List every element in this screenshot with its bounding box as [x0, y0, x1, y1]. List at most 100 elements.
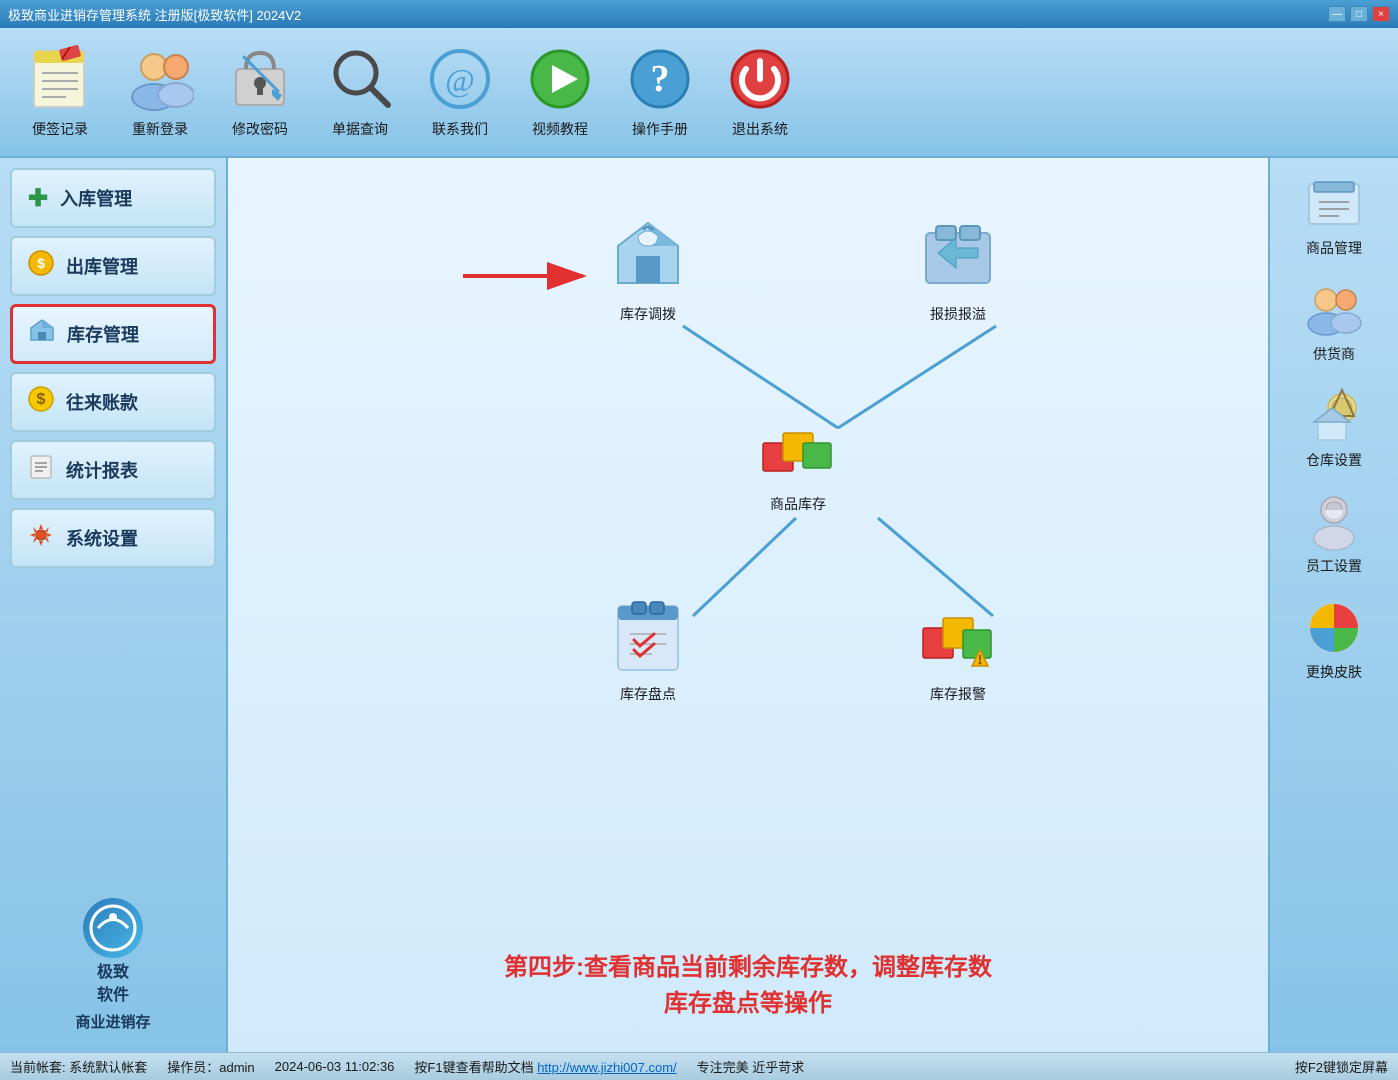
accounts-icon: $ — [28, 386, 54, 418]
sidebar-logo: 极致软件 商业进销存 — [10, 888, 216, 1042]
skin-icon — [1304, 598, 1364, 658]
sidebar-item-outbound[interactable]: $ 出库管理 — [10, 236, 216, 296]
inventory-icon — [29, 318, 55, 350]
reports-icon — [28, 454, 54, 486]
supplier-label: 供货商 — [1313, 344, 1355, 364]
toolbar-manual[interactable]: ? 操作手册 — [620, 45, 700, 139]
svg-text:$: $ — [37, 391, 46, 408]
toolbar-video[interactable]: 视频教程 — [520, 45, 600, 139]
node-transfer[interactable]: 库存调拨 — [608, 218, 688, 324]
diagram: 库存调拨 报损报溢 — [248, 178, 1248, 930]
manual-label: 操作手册 — [632, 119, 688, 139]
sidebar-item-inbound[interactable]: ✚ 入库管理 — [10, 168, 216, 228]
query-label: 单据查询 — [332, 119, 388, 139]
inbound-icon: ✚ — [28, 184, 48, 213]
minimize-button[interactable]: — — [1328, 6, 1346, 22]
right-item-staff[interactable]: 员工设置 — [1298, 486, 1370, 582]
sidebar-item-inventory[interactable]: 库存管理 — [10, 304, 216, 364]
instruction-text: 第四步:查看商品当前剩余库存数，调整库存数 库存盘点等操作 — [248, 930, 1248, 1032]
instruction-line2: 库存盘点等操作 — [248, 986, 1248, 1022]
sidebar-item-settings[interactable]: 系统设置 — [10, 508, 216, 568]
warehouse-icon — [1304, 386, 1364, 446]
close-button[interactable]: × — [1372, 6, 1390, 22]
check-label: 库存盘点 — [620, 684, 676, 704]
damage-icon — [918, 218, 998, 298]
transfer-icon — [608, 218, 688, 298]
logo-name: 极致软件 — [97, 962, 129, 1007]
supplier-icon — [1304, 280, 1364, 340]
node-alert[interactable]: 库存报警 — [918, 598, 998, 704]
right-panel: 商品管理 供货商 — [1268, 158, 1398, 1052]
right-item-product[interactable]: 商品管理 — [1298, 168, 1370, 264]
staff-icon — [1304, 492, 1364, 552]
status-f2-hint: 按F2键锁定屏幕 — [1295, 1057, 1388, 1076]
right-item-skin[interactable]: 更换皮肤 — [1298, 592, 1370, 688]
toolbar-query[interactable]: 单据查询 — [320, 45, 400, 139]
stock-label: 商品库存 — [770, 494, 826, 514]
status-account: 当前帐套: 系统默认帐套 — [10, 1057, 147, 1076]
relogin-icon — [126, 45, 194, 113]
settings-icon — [28, 522, 54, 554]
change-pwd-icon — [226, 45, 294, 113]
inbound-label: 入库管理 — [60, 185, 132, 211]
right-item-warehouse[interactable]: 仓库设置 — [1298, 380, 1370, 476]
toolbar-logout[interactable]: 退出系统 — [720, 45, 800, 139]
sidebar-item-accounts[interactable]: $ 往来账款 — [10, 372, 216, 432]
sticky-note-icon — [26, 45, 94, 113]
node-stock[interactable]: 商品库存 — [758, 408, 838, 514]
status-operator: 操作员：admin — [167, 1057, 254, 1076]
warehouse-label: 仓库设置 — [1306, 450, 1362, 470]
logout-label: 退出系统 — [732, 119, 788, 139]
status-datetime: 2024-06-03 11:02:36 — [275, 1059, 395, 1074]
accounts-label: 往来账款 — [66, 389, 138, 415]
query-icon — [326, 45, 394, 113]
logo-sub: 商业进销存 — [75, 1011, 150, 1032]
node-check[interactable]: 库存盘点 — [608, 598, 688, 704]
video-label: 视频教程 — [532, 119, 588, 139]
window-controls: — □ × — [1328, 6, 1390, 22]
stock-icon — [758, 408, 838, 488]
contact-icon: @ — [426, 45, 494, 113]
status-help-link[interactable]: http://www.jizhi007.com/ — [537, 1060, 676, 1075]
status-slogan: 专注完美 近乎苛求 — [697, 1057, 805, 1076]
outbound-icon: $ — [28, 250, 54, 282]
reports-label: 统计报表 — [66, 457, 138, 483]
outbound-label: 出库管理 — [66, 253, 138, 279]
check-icon — [608, 598, 688, 678]
diagram-connections — [248, 178, 1248, 930]
transfer-label: 库存调拨 — [620, 304, 676, 324]
logout-icon — [726, 45, 794, 113]
node-damage[interactable]: 报损报溢 — [918, 218, 998, 324]
sidebar: ✚ 入库管理 $ 出库管理 库存管理 — [0, 158, 228, 1052]
toolbar-sticky-note[interactable]: 便签记录 — [20, 45, 100, 139]
product-mgmt-icon — [1304, 174, 1364, 234]
contact-label: 联系我们 — [432, 119, 488, 139]
content-area: 库存调拨 报损报溢 — [228, 158, 1268, 1052]
titlebar: 极致商业进销存管理系统 注册版[极致软件] 2024V2 — □ × — [0, 0, 1398, 28]
logo-icon — [83, 898, 143, 958]
sticky-note-label: 便签记录 — [32, 119, 88, 139]
sidebar-item-reports[interactable]: 统计报表 — [10, 440, 216, 500]
damage-label: 报损报溢 — [930, 304, 986, 324]
svg-text:@: @ — [445, 62, 474, 98]
toolbar-relogin[interactable]: 重新登录 — [120, 45, 200, 139]
svg-text:?: ? — [651, 58, 670, 100]
inventory-label: 库存管理 — [67, 321, 139, 347]
instruction-line1: 第四步:查看商品当前剩余库存数，调整库存数 — [248, 950, 1248, 986]
relogin-label: 重新登录 — [132, 119, 188, 139]
toolbar-change-pwd[interactable]: 修改密码 — [220, 45, 300, 139]
video-icon — [526, 45, 594, 113]
right-item-supplier[interactable]: 供货商 — [1298, 274, 1370, 370]
staff-label: 员工设置 — [1306, 556, 1362, 576]
toolbar-contact[interactable]: @ 联系我们 — [420, 45, 500, 139]
manual-icon: ? — [626, 45, 694, 113]
skin-label: 更换皮肤 — [1306, 662, 1362, 682]
change-pwd-label: 修改密码 — [232, 119, 288, 139]
titlebar-title: 极致商业进销存管理系统 注册版[极致软件] 2024V2 — [8, 5, 301, 24]
statusbar: 当前帐套: 系统默认帐套 操作员：admin 2024-06-03 11:02:… — [0, 1052, 1398, 1080]
maximize-button[interactable]: □ — [1350, 6, 1368, 22]
alert-icon — [918, 598, 998, 678]
toolbar: 便签记录 重新登录 修改密码 — [0, 28, 1398, 158]
alert-label: 库存报警 — [930, 684, 986, 704]
product-mgmt-label: 商品管理 — [1306, 238, 1362, 258]
